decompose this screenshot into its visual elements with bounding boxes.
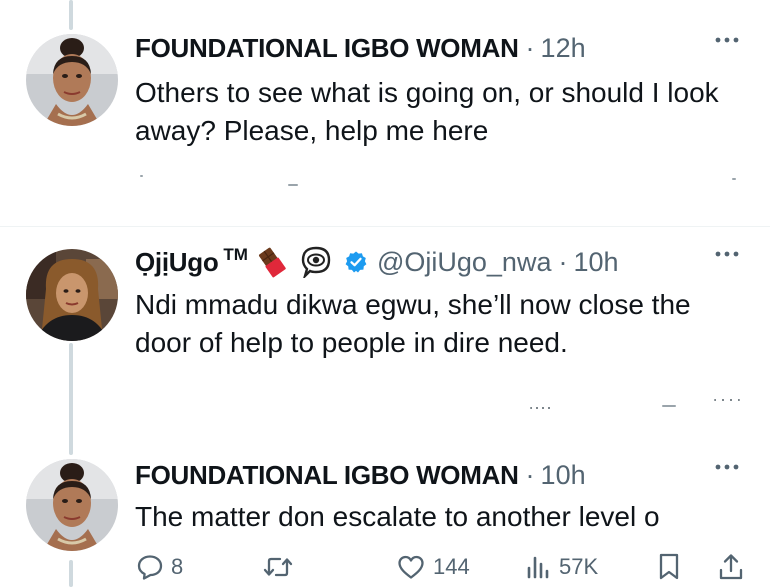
- more-horizontal-icon[interactable]: [714, 463, 740, 471]
- timestamp[interactable]: 12h: [541, 33, 586, 64]
- views-count: 57K: [559, 554, 599, 579]
- separator: ·: [525, 459, 535, 490]
- faint-mark: [732, 178, 736, 180]
- heart-icon: [396, 553, 426, 581]
- share-icon: [717, 552, 745, 582]
- faint-mark: [530, 407, 554, 409]
- bookmark-icon: [656, 552, 682, 582]
- faint-mark: [140, 175, 143, 177]
- avatar[interactable]: [26, 249, 118, 341]
- separator: ·: [558, 246, 568, 277]
- faint-mark: [662, 405, 676, 407]
- chocolate-bar-emoji: [256, 245, 290, 279]
- views-button[interactable]: 57K: [524, 547, 598, 587]
- timestamp[interactable]: 10h: [573, 247, 618, 278]
- avatar[interactable]: [26, 34, 118, 126]
- reply-button[interactable]: 8: [136, 547, 183, 587]
- like-button[interactable]: 144: [396, 547, 470, 587]
- tweet-1[interactable]: FOUNDATIONAL IGBO WOMAN · 12h Others to …: [0, 0, 770, 225]
- tweet-3[interactable]: FOUNDATIONAL IGBO WOMAN · 10h The matter…: [0, 455, 770, 587]
- more-horizontal-icon[interactable]: [714, 36, 740, 44]
- tweet-text: Others to see what is going on, or shoul…: [135, 77, 719, 146]
- retweet-button[interactable]: [262, 547, 301, 587]
- faint-mark: [288, 184, 298, 186]
- avatar[interactable]: [26, 459, 118, 551]
- tweet-header: ỌjịUgo TM @OjiUgo_nwa · 10h: [135, 242, 740, 282]
- trademark-label: TM: [223, 245, 248, 264]
- tweet-actions: 8 144 57K: [0, 547, 770, 587]
- display-name[interactable]: FOUNDATIONAL IGBO WOMAN: [135, 33, 519, 64]
- like-count: 144: [433, 554, 470, 579]
- reply-count: 8: [171, 554, 184, 579]
- reply-icon: [136, 553, 164, 581]
- display-name[interactable]: FOUNDATIONAL IGBO WOMAN: [135, 460, 519, 491]
- share-button[interactable]: [717, 547, 745, 587]
- timestamp[interactable]: 10h: [541, 460, 586, 491]
- views-chart-icon: [524, 553, 552, 581]
- more-horizontal-icon[interactable]: [714, 250, 740, 258]
- tweet-header: FOUNDATIONAL IGBO WOMAN · 10h: [135, 455, 740, 495]
- tweet-2[interactable]: ỌjịUgo TM @OjiUgo_nwa · 10h Ndi mmadu di…: [0, 227, 770, 443]
- retweet-icon: [262, 553, 294, 581]
- tweet-text: The matter don escalate to another level…: [135, 501, 660, 532]
- eye-in-speech-bubble-emoji: [300, 246, 332, 281]
- user-handle[interactable]: @OjiUgo_nwa: [377, 247, 552, 278]
- verified-badge-icon[interactable]: [344, 250, 368, 274]
- tweet-header: FOUNDATIONAL IGBO WOMAN · 12h: [135, 28, 740, 68]
- bookmark-button[interactable]: [656, 547, 682, 587]
- display-name[interactable]: ỌjịUgo: [135, 247, 219, 278]
- separator: ·: [525, 32, 535, 63]
- tweet-text: Ndi mmadu dikwa egwu, she’ll now close t…: [135, 289, 691, 358]
- faint-mark: [714, 399, 740, 401]
